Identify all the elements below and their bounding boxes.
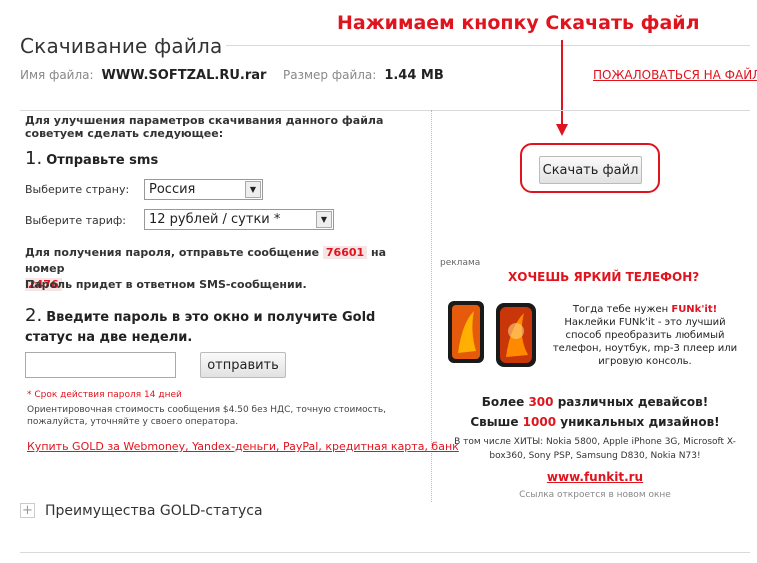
tariff-label: Выберите тариф: [25, 214, 126, 227]
title-divider [226, 45, 750, 46]
step2-number: 2. [25, 305, 43, 326]
ad-headline[interactable]: ХОЧЕШЬ ЯРКИЙ ТЕЛЕФОН? [508, 270, 699, 284]
instruction-annotation: Нажимаем кнопку Скачать файл [337, 12, 700, 34]
ad-description: Тогда тебе нужен FUNk'it! Наклейки FUNk'… [545, 303, 745, 368]
country-select[interactable]: Россия ▼ [144, 179, 263, 200]
ad-line2-pre: Свыше [470, 415, 519, 429]
ad-line2-num: 1000 [522, 415, 557, 429]
ad-designs-line: Свыше 1000 уникальных дизайнов! [440, 415, 750, 429]
ad-note: Ссылка откроется в новом окне [519, 490, 671, 500]
step1-heading: 1. Отправьте sms [25, 148, 158, 169]
buy-gold-link[interactable]: Купить GOLD за Webmoney, Yandex-деньги, … [27, 440, 459, 453]
country-label: Выберите страну: [25, 183, 130, 196]
step1-number: 1. [25, 148, 43, 169]
instruction-pre: Для получения пароля, отправьте сообщени… [25, 246, 320, 259]
file-size-row: Размер файла: 1.44 MB [283, 68, 444, 83]
reply-note: Пароль придет в ответном SMS-сообщении. [25, 278, 307, 291]
step2-heading: 2. Введите пароль в это окно и получите G… [25, 306, 420, 348]
ad-text-rest: Наклейки FUNk'it - это лучший способ пре… [552, 317, 738, 367]
ad-phone-image[interactable] [440, 293, 540, 373]
ad-hits: В том числе ХИТЫ: Nokia 5800, Apple iPho… [454, 437, 736, 461]
advice-text: Для улучшения параметров скачивания данн… [25, 114, 384, 140]
bottom-divider [20, 552, 750, 553]
ad-line1-pre: Более [481, 395, 525, 409]
tariff-value: 12 рублей / сутки * [149, 212, 281, 227]
file-name-row: Имя файла: WWW.SOFTZAL.RU.rar [20, 68, 266, 83]
complain-link[interactable]: ПОЖАЛОВАТЬСЯ НА ФАЙЛ [593, 68, 757, 82]
step1-label: Отправьте sms [46, 153, 159, 168]
country-value: Россия [149, 182, 196, 197]
ad-label: реклама [440, 258, 481, 268]
send-button[interactable]: отправить [200, 352, 286, 378]
annotation-arrow-line [561, 40, 563, 126]
annotation-arrow-head [556, 124, 568, 136]
file-size-label: Размер файла: [283, 68, 377, 82]
password-input[interactable] [25, 352, 176, 378]
plus-icon[interactable]: + [20, 503, 35, 518]
tariff-select[interactable]: 12 рублей / сутки * ▼ [144, 209, 334, 230]
download-button[interactable]: Скачать файл [539, 156, 642, 184]
dropdown-arrow-icon: ▼ [245, 181, 261, 198]
cost-note: Ориентировочная стоимость сообщения $4.5… [27, 405, 386, 427]
ad-text-pre: Тогда тебе нужен [572, 304, 669, 315]
ad-devices-line: Более 300 различных девайсов! [440, 395, 750, 409]
page-title: Скачивание файла [20, 34, 223, 58]
gold-advantages-toggle[interactable]: Преимущества GOLD-статуса [45, 503, 263, 519]
ad-brand: FUNk'it! [671, 304, 718, 315]
validity-note: * Срок действия пароля 14 дней [27, 390, 182, 400]
sms-code: 76601 [322, 246, 368, 259]
file-size: 1.44 MB [384, 68, 444, 83]
dropdown-arrow-icon: ▼ [316, 211, 332, 228]
ad-line1-num: 300 [528, 395, 554, 409]
file-name-label: Имя файла: [20, 68, 94, 82]
ad-line2-post: уникальных дизайнов! [560, 415, 720, 429]
step2-label: Введите пароль в это окно и получите Gol… [25, 310, 376, 345]
meta-divider [20, 110, 750, 111]
file-name: WWW.SOFTZAL.RU.rar [101, 68, 267, 83]
ad-url-link[interactable]: www.funkit.ru [440, 470, 750, 484]
ad-line1-post: различных девайсов! [557, 395, 709, 409]
